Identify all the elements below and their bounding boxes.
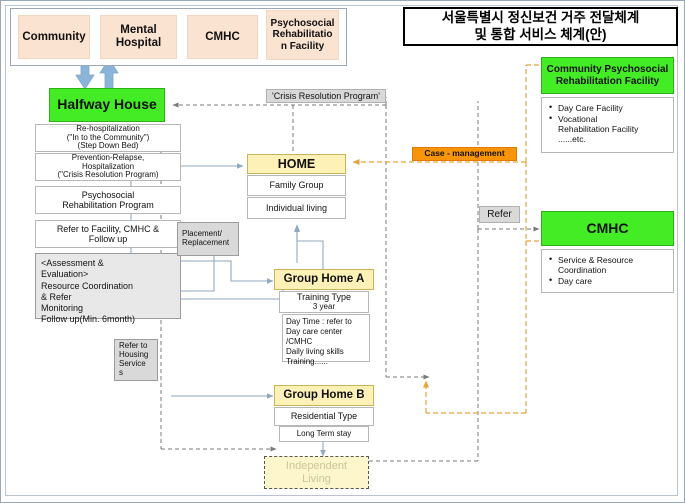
refer-housing-services-label: Refer to Housing Service s [114, 339, 158, 381]
halfway-row-prevention-relapse[interactable]: Prevention-Relapse, Hospitalization ("Cr… [35, 153, 181, 181]
home-header[interactable]: HOME [247, 154, 346, 174]
independent-living-box[interactable]: Independent Living [264, 456, 369, 489]
group-home-b-row-residential[interactable]: Residential Type [274, 407, 374, 426]
page-title-line2: 및 통합 서비스 체계(안) [474, 26, 607, 42]
group-home-a-header[interactable]: Group Home A [274, 269, 374, 290]
group-home-a-details[interactable]: Day Time : refer to Day care center /CMH… [282, 314, 370, 366]
top-box-cmhc[interactable]: CMHC [187, 15, 258, 59]
halfway-row-psr-program[interactable]: Psychosocial Rehabilitation Program [35, 186, 181, 214]
case-management-label: Case - management [412, 147, 517, 161]
page-title-line1: 서울특별시 정신보건 거주 전달체계 [441, 9, 640, 25]
halfway-house-header[interactable]: Halfway House [49, 88, 165, 122]
halfway-row-rehospitalization[interactable]: Re-hospitalization ("In to the Community… [35, 124, 181, 152]
community-psr-item-0: Day Care Facility [549, 102, 667, 113]
community-psr-header[interactable]: Community Psychosocial Rehabilitation Fa… [541, 57, 674, 94]
refer-label: Refer [479, 206, 520, 223]
diagram-canvas: 서울특별시 정신보건 거주 전달체계 및 통합 서비스 체계(안) Commun… [0, 0, 685, 503]
group-home-b-header[interactable]: Group Home B [274, 385, 374, 406]
cmhc-item-0: Service & Resource Coordination [549, 254, 667, 275]
community-psr-item-1: Vocational Rehabilitation Facility .....… [549, 113, 667, 144]
page-title: 서울특별시 정신보건 거주 전달체계 및 통합 서비스 체계(안) [403, 7, 678, 46]
cmhc-items[interactable]: Service & Resource Coordination Day care [541, 249, 674, 293]
halfway-row-refer-followup[interactable]: Refer to Facility, CMHC & Follow up [35, 220, 181, 248]
cmhc-item-1: Day care [549, 275, 667, 286]
assessment-evaluation-box[interactable]: <Assessment & Evaluation> Resource Coord… [35, 253, 181, 324]
group-home-a-type-sub: 3 year [312, 301, 336, 311]
home-row-individual-living[interactable]: Individual living [247, 197, 346, 219]
top-box-psr-facility[interactable]: Psychosocial Rehabilitatio n Facility [266, 10, 339, 60]
group-home-b-row-longterm[interactable]: Long Term stay [279, 426, 369, 442]
group-home-a-type[interactable]: Training Type 3 year [279, 291, 369, 313]
top-box-mental-hospital[interactable]: Mental Hospital [100, 15, 177, 59]
community-psr-items[interactable]: Day Care Facility Vocational Rehabilitat… [541, 97, 674, 153]
home-row-family-group[interactable]: Family Group [247, 175, 346, 196]
crisis-resolution-label: 'Crisis Resolution Program' [266, 89, 386, 103]
cmhc-header[interactable]: CMHC [541, 211, 674, 246]
placement-replacement-label: Placement/ Replacement [177, 222, 239, 256]
top-box-community[interactable]: Community [18, 15, 90, 59]
